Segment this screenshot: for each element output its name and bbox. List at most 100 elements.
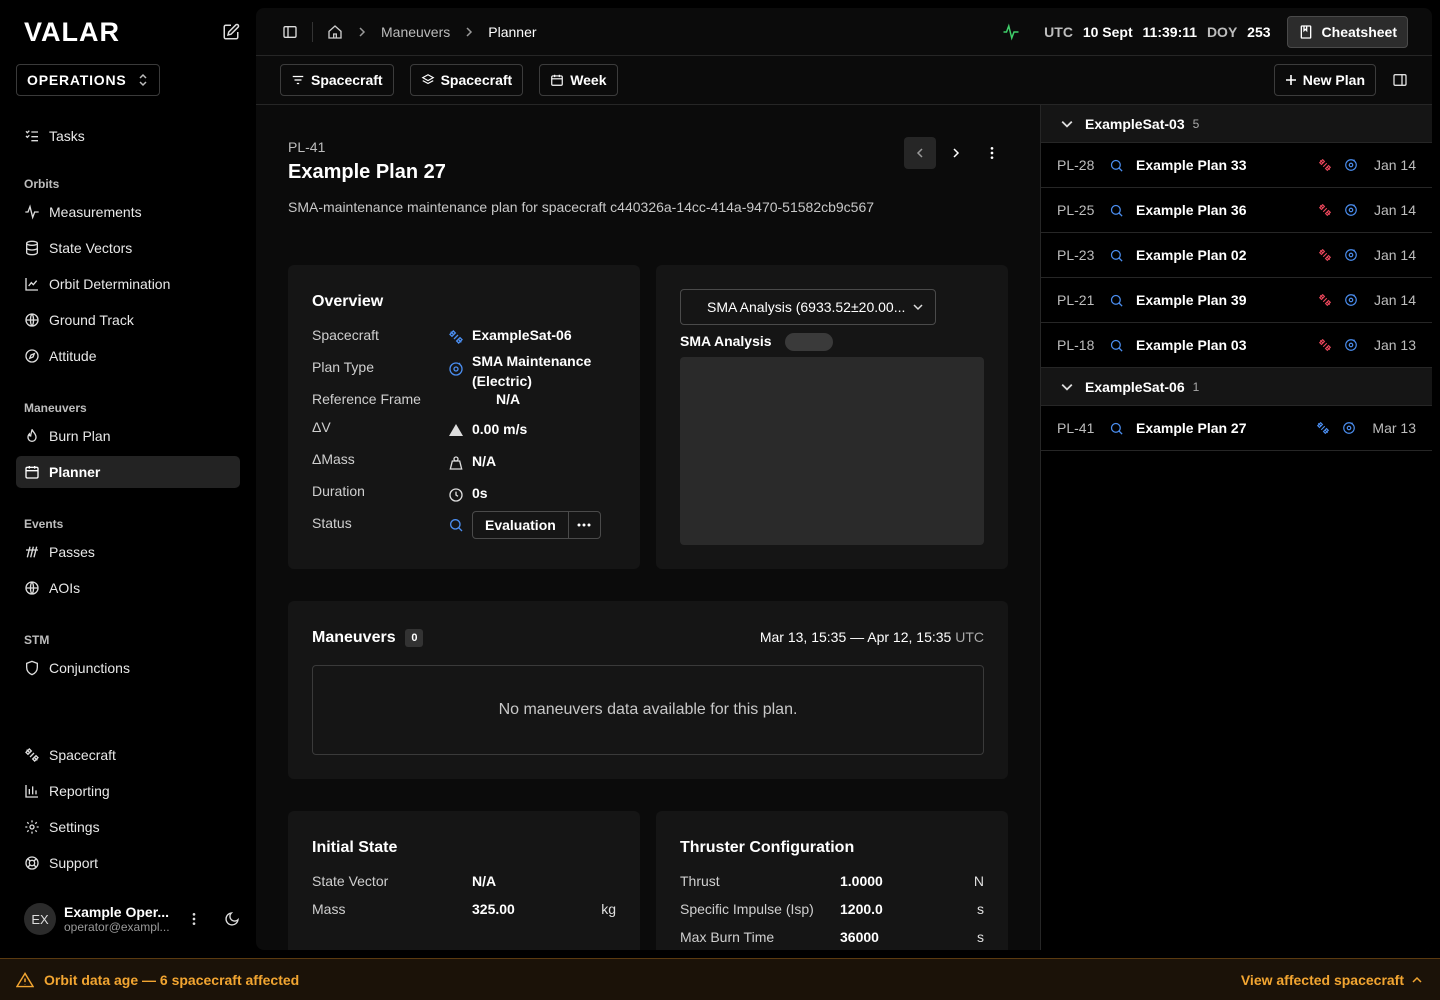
layers-icon — [421, 73, 435, 87]
divider — [312, 21, 313, 42]
breadcrumb-maneuvers[interactable]: Maneuvers — [381, 24, 450, 40]
more-actions-button[interactable] — [976, 137, 1008, 169]
overview-label: ΔMass — [312, 451, 355, 467]
plan-list-row[interactable]: PL-25 Example Plan 36 Jan 14 — [1041, 188, 1432, 233]
user-menu[interactable]: EX Example Oper... operator@exampl... — [24, 898, 240, 940]
satellite-icon — [1318, 203, 1332, 217]
kv-value: 325.00 — [472, 901, 515, 917]
overview-row-status: Status Evaluation — [312, 511, 612, 539]
plan-row-name: Example Plan 36 — [1136, 202, 1247, 218]
search-icon — [1109, 338, 1124, 353]
cheatsheet-button[interactable]: Cheatsheet — [1286, 16, 1408, 48]
kv-value: 36000 — [840, 929, 879, 945]
app-logo[interactable]: VALAR — [24, 17, 120, 48]
plan-group-header[interactable]: ExampleSat-03 5 — [1041, 105, 1432, 143]
maneuvers-empty-state: No maneuvers data available for this pla… — [312, 665, 984, 755]
sidebar-item-settings[interactable]: Settings — [16, 811, 240, 843]
warning-action-label: View affected spacecraft — [1240, 971, 1404, 988]
nav-top: Tasks — [16, 120, 240, 156]
plan-list-row[interactable]: PL-18 Example Plan 03 Jan 13 — [1041, 323, 1432, 368]
more-vertical-icon[interactable] — [186, 911, 202, 927]
status-more-button[interactable] — [567, 512, 600, 538]
spacecraft-link[interactable]: ExampleSat-06 — [472, 327, 572, 343]
filter-icon — [291, 73, 305, 87]
plan-row-id: PL-28 — [1057, 157, 1095, 173]
new-plan-button[interactable]: New Plan — [1273, 64, 1376, 96]
analysis-select[interactable]: SMA Analysis (6933.52±20.00... — [680, 289, 936, 325]
status-control: Evaluation — [472, 511, 601, 539]
orbit-icon — [1344, 293, 1358, 307]
overview-card: Overview Spacecraft ExampleSat-06 Plan T… — [288, 265, 640, 569]
orbit-icon — [1342, 421, 1356, 435]
group-spacecraft-button[interactable]: Spacecraft — [409, 64, 524, 96]
plan-list-row[interactable]: PL-41 Example Plan 27 Mar 13 — [1041, 406, 1432, 451]
next-plan-button[interactable] — [940, 137, 972, 169]
sidebar-item-spacecraft[interactable]: Spacecraft — [16, 739, 240, 771]
thruster-row: Thrust 1.0000 N — [680, 873, 984, 893]
search-icon — [1109, 203, 1124, 218]
prev-plan-button[interactable] — [904, 137, 936, 169]
sidebar-item-label: Conjunctions — [49, 660, 130, 676]
sidebar-item-orbit-determination[interactable]: Orbit Determination — [16, 268, 240, 300]
home-icon[interactable] — [327, 24, 343, 40]
sidebar-item-measurements[interactable]: Measurements — [16, 196, 240, 228]
delta-v-value: 0.00 m/s — [472, 421, 528, 437]
plan-group-name: ExampleSat-03 — [1085, 115, 1185, 132]
maneuvers-card: Maneuvers 0 Mar 13, 15:35 — Apr 12, 15:3… — [288, 601, 1008, 779]
sidebar-item-burn-plan[interactable]: Burn Plan — [16, 420, 240, 452]
clock-doy: 253 — [1247, 24, 1271, 40]
header-right: UTC 10 Sept 11:39:11 DOY 253 Cheatsheet — [1002, 16, 1408, 48]
plan-list-row[interactable]: PL-28 Example Plan 33 Jan 14 — [1041, 143, 1432, 188]
sidebar-item-conjunctions[interactable]: Conjunctions — [16, 652, 240, 684]
sidebar-item-passes[interactable]: Passes — [16, 536, 240, 568]
filter-label: Spacecraft — [311, 72, 383, 88]
overview-label: Status — [312, 515, 352, 531]
kv-label: State Vector — [312, 873, 389, 889]
compose-icon[interactable] — [222, 23, 240, 41]
workspace-switcher[interactable]: OPERATIONS — [16, 64, 160, 96]
kv-unit: s — [977, 929, 984, 945]
plan-row-name: Example Plan 03 — [1136, 337, 1247, 353]
sidebar-item-label: Measurements — [49, 204, 142, 220]
nav-bottom: Spacecraft Reporting Settings Support — [16, 739, 240, 883]
kv-value: N/A — [472, 873, 497, 889]
sidebar-item-support[interactable]: Support — [16, 847, 240, 879]
range-week-button[interactable]: Week — [539, 64, 618, 96]
plan-group-header[interactable]: ExampleSat-06 1 — [1041, 368, 1432, 406]
orbit-icon — [1344, 158, 1358, 172]
analysis-toggle[interactable] — [785, 333, 834, 352]
sidebar-toggle-icon[interactable] — [282, 24, 298, 40]
overview-row-duration: Duration 0s — [312, 483, 612, 507]
overview-label: ΔV — [312, 419, 331, 435]
kv-unit: N — [973, 873, 984, 889]
panel-right-icon[interactable] — [1392, 72, 1408, 88]
sidebar-item-tasks[interactable]: Tasks — [16, 120, 240, 152]
sidebar-item-planner[interactable]: Planner — [16, 456, 240, 488]
chevron-right-icon — [357, 26, 367, 37]
maneuvers-header: Maneuvers 0 — [312, 629, 424, 648]
maneuvers-range-tz: UTC — [955, 629, 984, 645]
status-button[interactable]: Evaluation — [473, 512, 568, 538]
sidebar-item-state-vectors[interactable]: State Vectors — [16, 232, 240, 264]
analysis-chart-placeholder — [680, 357, 984, 545]
delta-mass-value: N/A — [472, 453, 497, 469]
activity-icon — [24, 204, 40, 220]
sidebar-item-attitude[interactable]: Attitude — [16, 340, 240, 372]
cheatsheet-label: Cheatsheet — [1321, 24, 1397, 40]
plan-list-row[interactable]: PL-23 Example Plan 02 Jan 14 — [1041, 233, 1432, 278]
sidebar-item-reporting[interactable]: Reporting — [16, 775, 240, 807]
plan-row-name: Example Plan 27 — [1136, 420, 1247, 436]
sidebar-item-aois[interactable]: AOIs — [16, 572, 240, 604]
chevrons-updown-icon — [137, 73, 149, 87]
sidebar-item-ground-track[interactable]: Ground Track — [16, 304, 240, 336]
maneuvers-title: Maneuvers — [312, 629, 396, 646]
nav-section-maneuvers: Maneuvers — [24, 401, 87, 415]
plan-list-row[interactable]: PL-21 Example Plan 39 Jan 14 — [1041, 278, 1432, 323]
triangle-icon — [448, 423, 464, 437]
initial-state-card: Initial State State Vector N/A Mass 325.… — [288, 811, 640, 950]
nav-maneuvers: Maneuvers Burn Plan Planner — [16, 396, 240, 492]
view-affected-link[interactable]: View affected spacecraft — [1241, 972, 1422, 988]
thruster-row: Max Burn Time 36000 s — [680, 929, 984, 949]
moon-icon[interactable] — [224, 911, 240, 927]
filter-spacecraft-button[interactable]: Spacecraft — [280, 64, 394, 96]
